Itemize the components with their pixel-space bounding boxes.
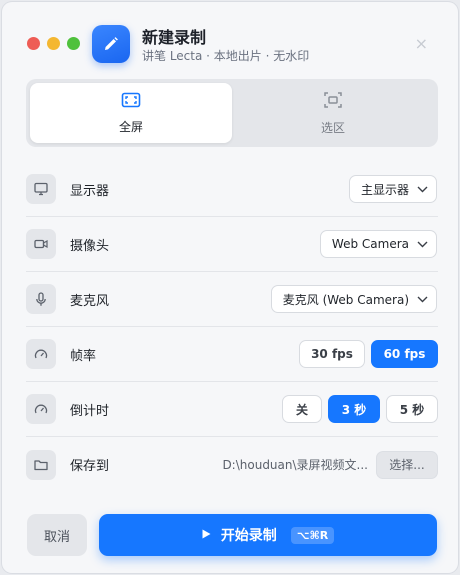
gauge-icon [26,394,56,424]
microphone-value: 麦克风 (Web Camera) [282,292,409,307]
framerate-option-30[interactable]: 30 fps [299,340,365,368]
display-label: 显示器 [70,183,110,199]
fullscreen-icon [121,92,141,112]
new-recording-window: 新建录制 讲笔 Lecta · 本地出片 · 无水印 × 全屏 选区 显示器 主… [2,2,458,573]
countdown-option-off[interactable]: 关 [282,395,322,423]
close-icon[interactable]: × [415,34,428,53]
setting-countdown: 倒计时 关 3 秒 5 秒 [26,382,438,437]
microphone-icon [26,284,56,314]
setting-framerate: 帧率 30 fps 60 fps [26,327,438,382]
mode-region[interactable]: 选区 [232,83,434,143]
start-recording-label: 开始录制 [220,528,277,544]
chevron-down-icon [417,292,428,306]
window-controls [27,37,80,50]
settings-list: 显示器 主显示器 摄像头 Web Camera 麦克风 麦克风 (Web Cam… [26,162,438,492]
setting-save-location: 保存到 D:\houduan\录屏视频文... 选择... [26,437,438,492]
gauge-icon [26,339,56,369]
choose-folder-button[interactable]: 选择... [376,450,438,479]
camera-value: Web Camera [331,237,409,251]
capture-mode-switch: 全屏 选区 [26,79,438,147]
shortcut-badge: ⌥⌘R [290,526,335,544]
window-subtitle: 讲笔 Lecta · 本地出片 · 无水印 [142,49,310,63]
camera-label: 摄像头 [70,238,110,254]
chevron-down-icon [417,182,428,196]
mode-fullscreen[interactable]: 全屏 [30,83,232,143]
folder-icon [26,449,56,480]
maximize-window-button[interactable] [67,37,80,50]
save-path: D:\houduan\录屏视频文... [222,458,368,472]
camera-select[interactable]: Web Camera [319,230,437,258]
countdown-option-5s[interactable]: 5 秒 [386,395,438,423]
play-icon [202,527,211,543]
display-select[interactable]: 主显示器 [348,175,437,203]
display-value: 主显示器 [360,182,409,197]
region-icon [323,91,343,113]
framerate-option-60[interactable]: 60 fps [371,340,438,368]
setting-microphone: 麦克风 麦克风 (Web Camera) [26,272,438,327]
setting-camera: 摄像头 Web Camera [26,217,438,272]
start-recording-button[interactable]: 开始录制 ⌥⌘R [99,514,437,556]
close-window-button[interactable] [27,37,40,50]
chevron-down-icon [417,237,428,251]
mode-fullscreen-label: 全屏 [118,119,143,134]
mode-region-label: 选区 [320,120,345,135]
countdown-label: 倒计时 [70,403,110,419]
microphone-select[interactable]: 麦克风 (Web Camera) [270,285,437,313]
microphone-label: 麦克风 [70,293,110,309]
window-title: 新建录制 [142,28,207,47]
camera-icon [26,229,56,259]
setting-display: 显示器 主显示器 [26,162,438,217]
minimize-window-button[interactable] [47,37,60,50]
monitor-icon [26,174,56,204]
save-location-label: 保存到 [70,459,110,474]
countdown-option-3s[interactable]: 3 秒 [328,395,380,423]
pencil-icon [92,25,130,63]
cancel-button[interactable]: 取消 [27,514,87,556]
framerate-label: 帧率 [70,348,97,364]
